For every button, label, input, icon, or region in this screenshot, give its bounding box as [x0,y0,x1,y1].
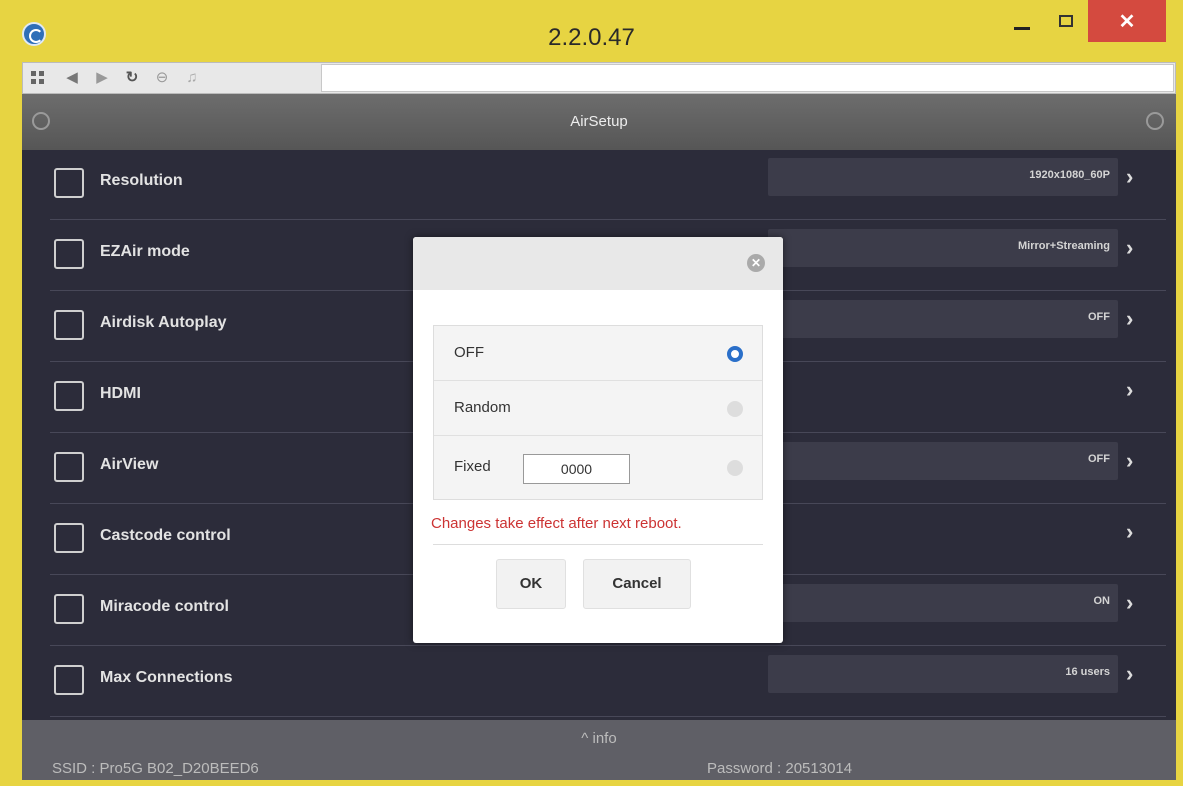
maximize-button[interactable] [1044,0,1088,42]
forward-arrow-icon[interactable]: ▶ [93,68,111,88]
setting-value-box[interactable]: Mirror+Streaming [768,229,1118,267]
setting-label: Castcode control [100,527,231,544]
maximize-icon [1059,15,1073,27]
dialog-divider [433,544,763,545]
resolution-icon [54,168,84,198]
chevron-right-icon[interactable]: › [1126,519,1133,545]
setting-value: ON [1093,595,1111,607]
setting-value: 16 users [1065,666,1110,678]
option-label: Random [454,399,511,416]
url-input[interactable] [321,64,1174,92]
setting-value-box[interactable]: OFF [768,442,1118,480]
option-label: Fixed [454,458,491,475]
close-window-button[interactable]: ✕ [1088,0,1166,42]
setting-label: Max Connections [100,669,233,686]
back-arrow-icon[interactable]: ◀ [63,68,81,88]
minimize-icon [1014,26,1030,30]
cast-icon [54,523,84,553]
radio-unselected-icon[interactable] [727,401,743,417]
setting-value: 1920x1080_60P [1029,169,1110,181]
radio-selected-icon[interactable] [727,346,743,362]
dialog-header: ✕ [413,237,783,290]
chevron-right-icon[interactable]: › [1126,235,1133,261]
ok-button[interactable]: OK [496,559,566,609]
forward-circle-icon[interactable] [1146,112,1164,130]
setting-label: EZAir mode [100,243,190,260]
wifi-screen-icon [54,239,84,269]
airview-icon [54,452,84,482]
setting-value-box[interactable]: OFF [768,300,1118,338]
apps-grid-icon[interactable] [29,68,47,88]
option-list: OFF Random Fixed 0000 [433,325,763,500]
info-toggle[interactable]: ^ info [22,730,1176,747]
setting-label: Miracode control [100,598,229,615]
setting-value: OFF [1088,311,1110,323]
radio-unselected-icon[interactable] [727,460,743,476]
close-dialog-icon[interactable]: ✕ [747,254,765,272]
option-off[interactable]: OFF [434,326,762,381]
setting-value: OFF [1088,453,1110,465]
title-bar: 2.2.0.47 ✕ [0,0,1183,62]
setting-value-box[interactable]: ON [768,584,1118,622]
minimize-button[interactable] [1000,0,1044,42]
password-text: Password : 20513014 [707,760,853,777]
setting-row-max-connections[interactable]: Max Connections 16 users › [50,647,1166,717]
connections-icon [54,665,84,695]
cancel-button[interactable]: Cancel [583,559,691,609]
chevron-right-icon[interactable]: › [1126,306,1133,332]
setting-label: AirView [100,456,159,473]
setting-label: HDMI [100,385,141,402]
chevron-right-icon[interactable]: › [1126,448,1133,474]
ssid-text: SSID : Pro5G B02_D20BEED6 [52,760,259,777]
setting-value-box[interactable]: 1920x1080_60P [768,158,1118,196]
reload-icon[interactable]: ↻ [123,68,141,88]
browser-toolbar: ◀ ▶ ↻ ⊖ ♫ [22,62,1176,94]
chevron-right-icon[interactable]: › [1126,164,1133,190]
option-random[interactable]: Random [434,381,762,436]
option-fixed[interactable]: Fixed 0000 [434,436,762,499]
app-window: 2.2.0.47 ✕ ◀ ▶ ↻ ⊖ ♫ AirSetup Resolution… [0,0,1183,786]
chevron-right-icon[interactable]: › [1126,590,1133,616]
setting-label: Resolution [100,172,183,189]
fixed-code-input[interactable]: 0000 [523,454,630,484]
reboot-note: Changes take effect after next reboot. [431,515,682,532]
music-icon[interactable]: ♫ [183,68,201,88]
miracast-icon [54,594,84,624]
option-dialog: ✕ OFF Random Fixed 0000 Changes take eff… [413,237,783,643]
setting-label: Airdisk Autoplay [100,314,227,331]
close-icon: ✕ [1118,10,1136,33]
info-footer: ^ info SSID : Pro5G B02_D20BEED6 Passwor… [22,720,1176,780]
setting-value: Mirror+Streaming [1018,240,1110,252]
page-title: AirSetup [570,113,628,130]
chevron-right-icon[interactable]: › [1126,661,1133,687]
chevron-right-icon[interactable]: › [1126,377,1133,403]
app-header: AirSetup [22,94,1176,150]
hdmi-icon [54,381,84,411]
setting-row-resolution[interactable]: Resolution 1920x1080_60P › [50,150,1166,220]
setting-value-box[interactable]: 16 users [768,655,1118,693]
option-label: OFF [454,344,484,361]
stop-icon[interactable]: ⊖ [153,68,171,88]
autoplay-icon [54,310,84,340]
